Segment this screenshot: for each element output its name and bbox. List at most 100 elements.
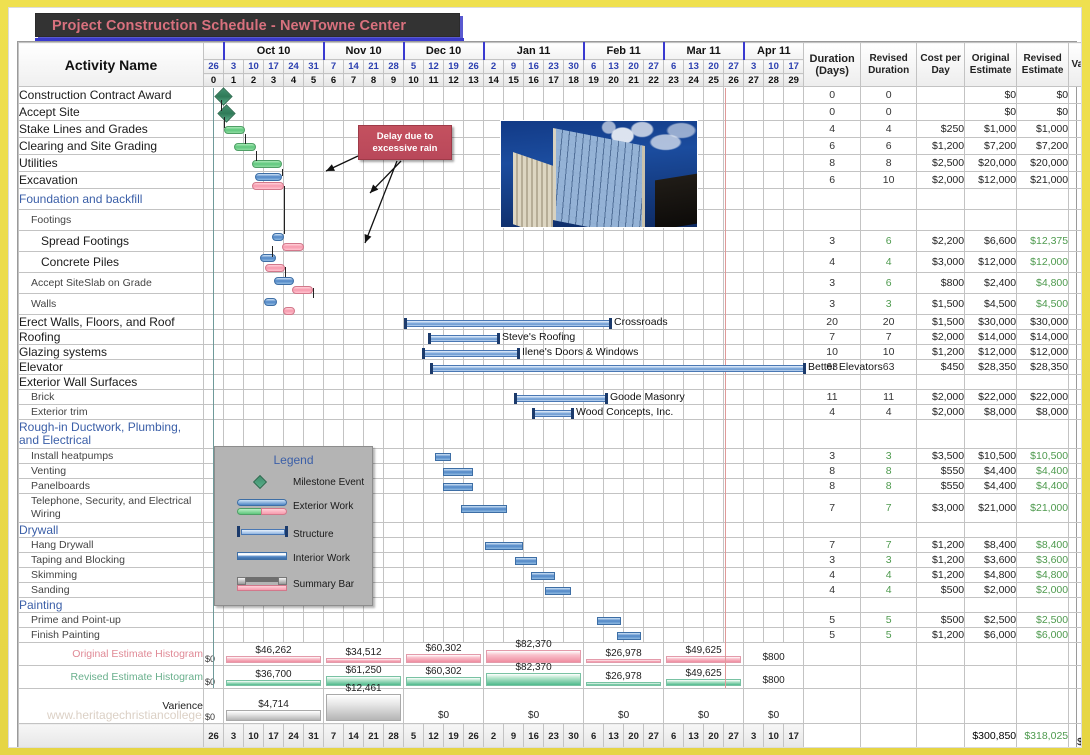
original-estimate-cell[interactable]: $12,000 [965, 252, 1017, 273]
activity-name-cell[interactable]: Footings [19, 210, 204, 231]
activity-name-cell[interactable]: Hang Drywall [19, 538, 204, 553]
original-estimate-cell[interactable] [965, 210, 1017, 231]
revised-duration-cell[interactable]: 0 [861, 104, 917, 121]
activity-name-cell[interactable]: Walls [19, 294, 204, 315]
revised-estimate-cell[interactable]: $6,000 [1017, 628, 1069, 643]
cost-per-day-cell[interactable]: $3,000 [917, 252, 965, 273]
activity-name-cell[interactable]: Spread Footings [19, 231, 204, 252]
variance-cell[interactable] [1069, 360, 1082, 375]
duration-cell[interactable] [804, 598, 861, 613]
cost-per-day-cell[interactable]: $3,000 [917, 494, 965, 523]
revised-estimate-cell[interactable]: $2,500 [1017, 613, 1069, 628]
variance-cell[interactable] [1069, 155, 1082, 172]
cost-per-day-cell[interactable] [917, 189, 965, 210]
original-estimate-cell[interactable]: $0 [965, 87, 1017, 104]
original-estimate-cell[interactable]: $28,350 [965, 360, 1017, 375]
duration-cell[interactable]: 20 [804, 315, 861, 330]
variance-cell[interactable] [1069, 189, 1082, 210]
original-estimate-cell[interactable] [965, 420, 1017, 449]
table-row[interactable]: Telephone, Security, and Electrical Wiri… [19, 494, 1083, 523]
revised-estimate-cell[interactable]: $4,500 [1017, 294, 1069, 315]
cost-per-day-cell[interactable]: $1,200 [917, 568, 965, 583]
revised-duration-cell[interactable]: 10 [861, 345, 917, 360]
variance-cell[interactable] [1069, 628, 1082, 643]
duration-cell[interactable]: 0 [804, 104, 861, 121]
table-row[interactable]: Spread Footings36$2,200$6,600$12,375$5,7… [19, 231, 1083, 252]
variance-cell[interactable] [1069, 613, 1082, 628]
activity-name-cell[interactable]: Skimming [19, 568, 204, 583]
cost-per-day-cell[interactable] [917, 523, 965, 538]
activity-name-cell[interactable]: Telephone, Security, and Electrical Wiri… [19, 494, 204, 523]
table-row[interactable]: Panelboards88$550$4,400$4,400 [19, 479, 1083, 494]
revised-estimate-cell[interactable]: $1,000 [1017, 121, 1069, 138]
table-row[interactable]: Concrete Piles44$3,000$12,000$12,000 [19, 252, 1083, 273]
activity-name-cell[interactable]: Foundation and backfill [19, 189, 204, 210]
revised-estimate-cell[interactable]: $2,000 [1017, 583, 1069, 598]
revised-estimate-cell[interactable] [1017, 210, 1069, 231]
revised-estimate-cell[interactable]: $7,200 [1017, 138, 1069, 155]
activity-name-cell[interactable]: Panelboards [19, 479, 204, 494]
revised-estimate-cell[interactable]: $30,000 [1017, 315, 1069, 330]
duration-cell[interactable]: 3 [804, 273, 861, 294]
revised-duration-cell[interactable]: 20 [861, 315, 917, 330]
duration-cell[interactable]: 7 [804, 330, 861, 345]
activity-name-cell[interactable]: Excavation [19, 172, 204, 189]
revised-estimate-cell[interactable]: $14,000 [1017, 330, 1069, 345]
original-estimate-cell[interactable]: $30,000 [965, 315, 1017, 330]
cost-per-day-cell[interactable]: $2,500 [917, 155, 965, 172]
duration-cell[interactable]: 11 [804, 390, 861, 405]
duration-cell[interactable] [804, 210, 861, 231]
variance-cell[interactable] [1069, 583, 1082, 598]
activity-name-cell[interactable]: Erect Walls, Floors, and Roof [19, 315, 204, 330]
variance-cell[interactable] [1069, 568, 1082, 583]
variance-cell[interactable] [1069, 420, 1082, 449]
revised-duration-cell[interactable]: 4 [861, 583, 917, 598]
cost-per-day-cell[interactable]: $1,200 [917, 345, 965, 360]
table-row[interactable]: Elevator6363$450$28,350$28,350 [19, 360, 1083, 375]
revised-estimate-cell[interactable]: $8,400 [1017, 538, 1069, 553]
revised-duration-cell[interactable]: 4 [861, 568, 917, 583]
variance-cell[interactable] [1069, 375, 1082, 390]
table-row[interactable]: Taping and Blocking33$1,200$3,600$3,600 [19, 553, 1083, 568]
activity-name-cell[interactable]: Rough-in Ductwork, Plumbing, and Electri… [19, 420, 204, 449]
duration-cell[interactable] [804, 189, 861, 210]
activity-name-cell[interactable]: Glazing systems [19, 345, 204, 360]
cost-per-day-cell[interactable]: $2,000 [917, 330, 965, 345]
revised-duration-cell[interactable]: 8 [861, 464, 917, 479]
revised-duration-cell[interactable]: 7 [861, 330, 917, 345]
duration-cell[interactable]: 3 [804, 231, 861, 252]
cost-per-day-cell[interactable]: $2,200 [917, 231, 965, 252]
table-row[interactable]: Rough-in Ductwork, Plumbing, and Electri… [19, 420, 1083, 449]
activity-name-cell[interactable]: Venting [19, 464, 204, 479]
variance-cell[interactable] [1069, 390, 1082, 405]
cost-per-day-cell[interactable]: $2,000 [917, 172, 965, 189]
variance-cell[interactable] [1069, 464, 1082, 479]
duration-cell[interactable]: 4 [804, 568, 861, 583]
revised-duration-cell[interactable]: 6 [861, 231, 917, 252]
table-row[interactable]: Accept SiteSlab on Grade36$800$2,400$4,8… [19, 273, 1083, 294]
duration-cell[interactable]: 6 [804, 172, 861, 189]
cost-per-day-cell[interactable]: $1,200 [917, 553, 965, 568]
revised-duration-cell[interactable] [861, 375, 917, 390]
cost-per-day-cell[interactable]: $1,200 [917, 538, 965, 553]
variance-cell[interactable]: $2,400 [1069, 273, 1082, 294]
duration-cell[interactable]: 4 [804, 252, 861, 273]
cost-per-day-cell[interactable]: $500 [917, 613, 965, 628]
cost-per-day-cell[interactable] [917, 375, 965, 390]
original-estimate-cell[interactable]: $3,600 [965, 553, 1017, 568]
revised-duration-cell[interactable]: 7 [861, 538, 917, 553]
revised-duration-cell[interactable]: 5 [861, 628, 917, 643]
duration-cell[interactable]: 4 [804, 583, 861, 598]
original-estimate-cell[interactable]: $2,000 [965, 583, 1017, 598]
revised-estimate-cell[interactable]: $4,800 [1017, 568, 1069, 583]
duration-cell[interactable]: 5 [804, 628, 861, 643]
revised-estimate-cell[interactable]: $10,500 [1017, 449, 1069, 464]
cost-per-day-cell[interactable]: $1,200 [917, 138, 965, 155]
cost-per-day-cell[interactable]: $3,500 [917, 449, 965, 464]
duration-cell[interactable]: 3 [804, 553, 861, 568]
variance-cell[interactable] [1069, 523, 1082, 538]
original-estimate-cell[interactable]: $4,400 [965, 479, 1017, 494]
revised-estimate-cell[interactable] [1017, 375, 1069, 390]
original-estimate-cell[interactable]: $22,000 [965, 390, 1017, 405]
revised-duration-cell[interactable]: 8 [861, 479, 917, 494]
